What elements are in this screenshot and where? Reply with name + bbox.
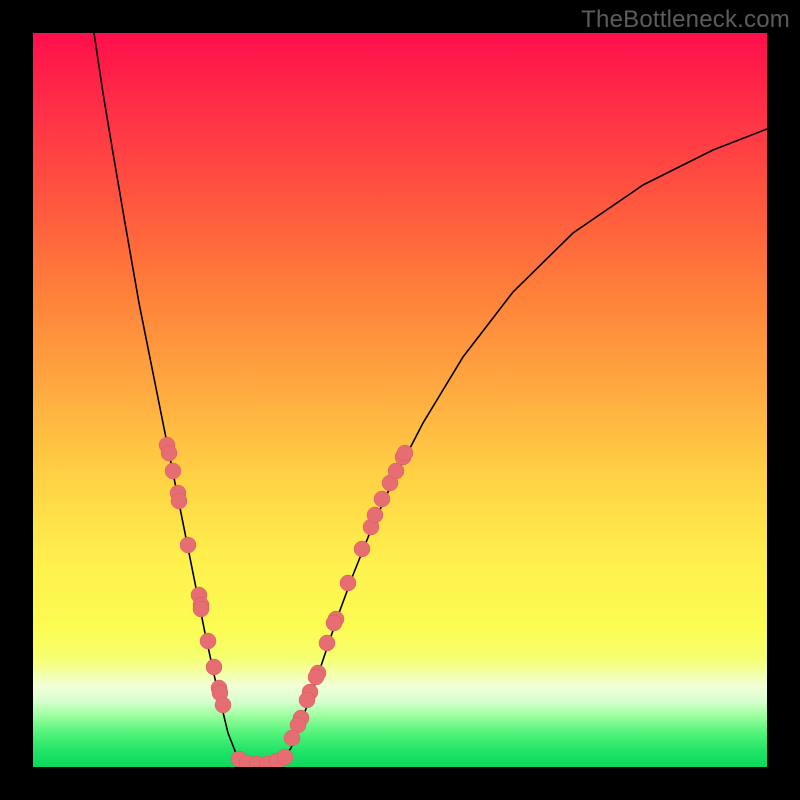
data-dot — [367, 507, 383, 523]
data-dot — [215, 697, 231, 713]
data-dot — [193, 601, 209, 617]
data-dot — [171, 493, 187, 509]
data-dot — [388, 463, 404, 479]
left-curve — [94, 33, 253, 767]
data-dot — [299, 692, 315, 708]
curve-svg — [33, 33, 767, 767]
data-dot — [180, 537, 196, 553]
data-dot — [161, 445, 177, 461]
data-dot — [165, 463, 181, 479]
data-dot — [319, 635, 335, 651]
data-dot — [284, 730, 300, 746]
data-dot — [206, 659, 222, 675]
data-dot — [374, 491, 390, 507]
data-dot — [340, 575, 356, 591]
watermark-text: TheBottleneck.com — [581, 6, 790, 34]
plot-area — [33, 33, 767, 767]
right-curve — [277, 129, 767, 767]
data-dot — [326, 615, 342, 631]
scatter-dots — [159, 437, 413, 767]
data-dot — [308, 669, 324, 685]
data-dot — [277, 749, 293, 765]
data-dot — [354, 541, 370, 557]
data-dot — [200, 633, 216, 649]
data-dot — [397, 445, 413, 461]
chart-frame: TheBottleneck.com — [0, 0, 800, 800]
